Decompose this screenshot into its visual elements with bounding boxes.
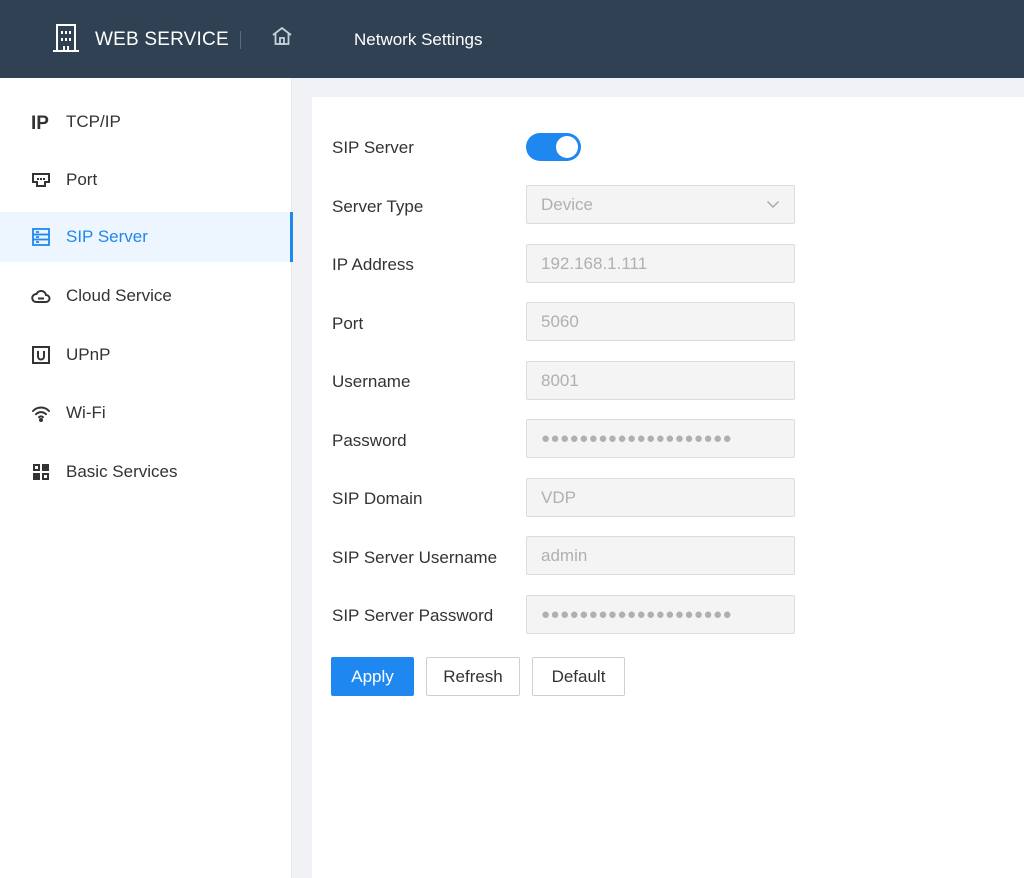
sidebar: IP TCP/IP Port SIP Server Cloud Service … [0,78,293,878]
username-label: Username [332,372,411,391]
wifi-icon [32,406,50,422]
server-type-select[interactable]: Device [526,185,795,224]
default-button[interactable]: Default [532,657,625,696]
apply-button[interactable]: Apply [331,657,414,696]
port-icon [32,173,50,187]
ip-icon: IP [31,113,49,132]
top-bar: WEB SERVICE Network Settings [0,0,1024,78]
server-type-label: Server Type [332,197,424,216]
chevron-down-icon [766,200,780,209]
sidebar-item-label: SIP Server [66,227,148,246]
sip-server-username-label: SIP Server Username [332,548,498,567]
sip-domain-label: SIP Domain [332,489,423,508]
ip-address-field[interactable]: 192.168.1.111 [526,244,795,283]
refresh-button[interactable]: Refresh [426,657,520,696]
sidebar-item-label: UPnP [66,345,111,364]
grid-icon [33,464,49,480]
sidebar-item-label: Basic Services [66,462,178,481]
sip-server-toggle[interactable] [526,133,581,161]
sip-server-label: SIP Server [332,138,414,157]
sidebar-item-sip-server[interactable]: SIP Server [0,212,293,262]
port-field[interactable]: 5060 [526,302,795,341]
port-label: Port [332,314,364,333]
toggle-knob [556,136,578,158]
sidebar-item-port[interactable]: Port [0,155,292,205]
sip-domain-field[interactable]: VDP [526,478,795,517]
server-type-value: Device [541,195,593,214]
sip-server-password-field[interactable]: ●●●●●●●●●●●●●●●●●●●● [526,595,795,634]
ip-address-label: IP Address [332,255,414,274]
sidebar-item-cloud-service[interactable]: Cloud Service [0,271,292,321]
sip-server-username-field[interactable]: admin [526,536,795,575]
header-divider [240,31,241,49]
password-field[interactable]: ●●●●●●●●●●●●●●●●●●●● [526,419,795,458]
sidebar-item-label: Port [66,170,98,189]
sip-server-icon [32,228,50,246]
app-title: WEB SERVICE [95,29,229,50]
sidebar-item-tcp-ip[interactable]: IP TCP/IP [0,97,292,147]
cloud-icon [31,289,51,303]
upnp-icon [32,346,50,364]
sip-server-password-label: SIP Server Password [332,606,494,625]
home-icon[interactable] [271,25,293,47]
password-label: Password [332,431,407,450]
sidebar-item-upnp[interactable]: UPnP [0,330,292,380]
username-field[interactable]: 8001 [526,361,795,400]
building-icon [53,24,79,52]
svg-text:IP: IP [31,113,49,132]
sidebar-item-label: TCP/IP [66,112,121,131]
sidebar-item-basic-services[interactable]: Basic Services [0,447,292,497]
sidebar-item-label: Wi-Fi [66,403,106,422]
page-title: Network Settings [354,30,483,49]
sidebar-item-wifi[interactable]: Wi-Fi [0,388,292,438]
sidebar-item-label: Cloud Service [66,286,172,305]
